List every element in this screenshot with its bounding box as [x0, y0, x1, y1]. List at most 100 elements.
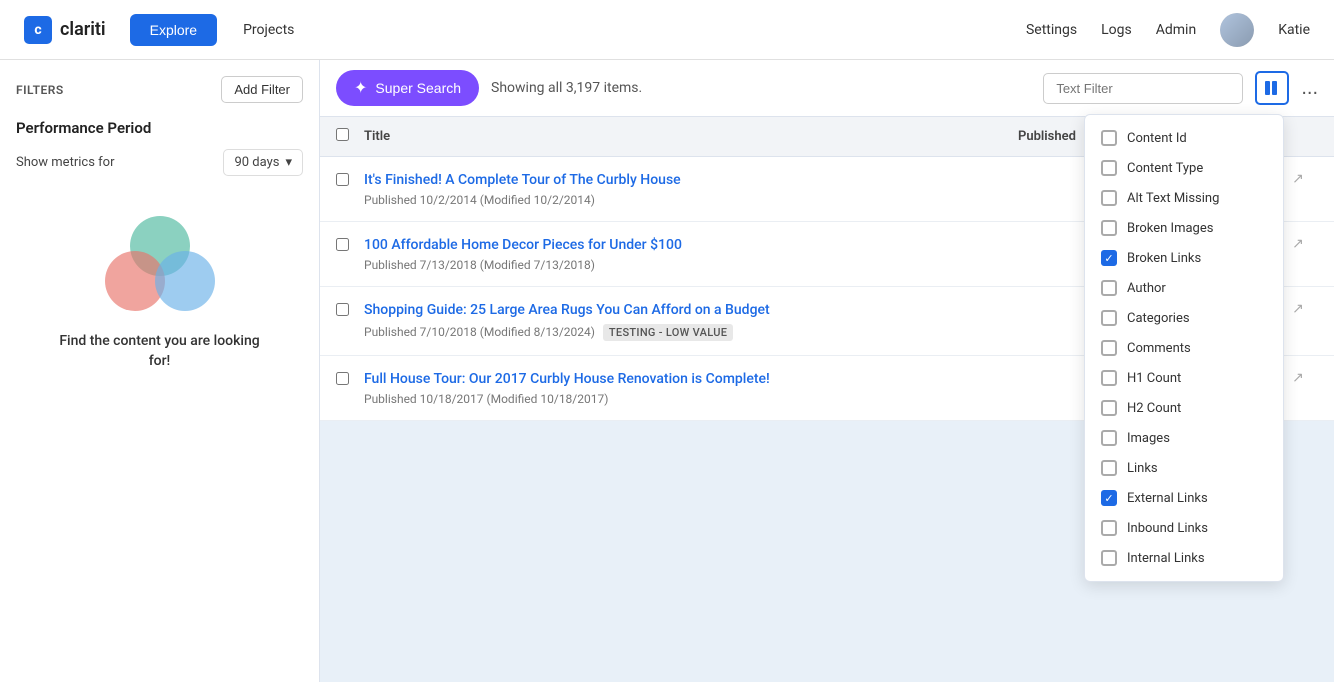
dropdown-label-2: Alt Text Missing — [1127, 191, 1219, 206]
row-meta-text-3: Published 10/18/2017 (Modified 10/18/201… — [364, 392, 608, 406]
add-filter-button[interactable]: Add Filter — [221, 76, 303, 103]
dropdown-checkbox-9[interactable] — [1101, 400, 1117, 416]
row-ext-link-1[interactable]: ↗ — [1278, 236, 1318, 252]
dropdown-item-links[interactable]: Links — [1085, 453, 1283, 483]
external-link-icon-3[interactable]: ↗ — [1292, 370, 1304, 386]
main-layout: FILTERS Add Filter Performance Period Sh… — [0, 60, 1334, 682]
row-checkbox-3[interactable] — [336, 370, 364, 389]
dropdown-label-11: Links — [1127, 461, 1158, 476]
settings-link[interactable]: Settings — [1026, 22, 1077, 38]
logo-text: clariti — [60, 19, 106, 40]
row-ext-link-2[interactable]: ↗ — [1278, 301, 1318, 317]
row-select-2[interactable] — [336, 303, 349, 316]
dropdown-item-internal-links[interactable]: Internal Links — [1085, 543, 1283, 573]
column-dropdown: Content Id Content Type Alt Text Missing… — [1084, 114, 1284, 582]
dropdown-checkbox-10[interactable] — [1101, 430, 1117, 446]
dropdown-item-content-id[interactable]: Content Id — [1085, 123, 1283, 153]
dropdown-label-8: H1 Count — [1127, 371, 1181, 386]
dropdown-item-h2-count[interactable]: H2 Count — [1085, 393, 1283, 423]
row-ext-link-0[interactable]: ↗ — [1278, 171, 1318, 187]
dropdown-item-content-type[interactable]: Content Type — [1085, 153, 1283, 183]
row-title-1[interactable]: 100 Affordable Home Decor Pieces for Und… — [364, 237, 682, 253]
columns-icon — [1263, 79, 1281, 97]
dropdown-checkbox-14[interactable] — [1101, 550, 1117, 566]
dropdown-item-author[interactable]: Author — [1085, 273, 1283, 303]
row-title-3[interactable]: Full House Tour: Our 2017 Curbly House R… — [364, 371, 770, 387]
row-title-0[interactable]: It's Finished! A Complete Tour of The Cu… — [364, 172, 681, 188]
sparkle-icon: ✦ — [354, 78, 367, 98]
showing-text: Showing all 3,197 items. — [491, 80, 642, 96]
external-link-icon-0[interactable]: ↗ — [1292, 171, 1304, 187]
avatar[interactable] — [1220, 13, 1254, 47]
dropdown-checkbox-7[interactable] — [1101, 340, 1117, 356]
row-ext-link-3[interactable]: ↗ — [1278, 370, 1318, 386]
dropdown-item-comments[interactable]: Comments — [1085, 333, 1283, 363]
chevron-down-icon: ▾ — [285, 155, 292, 170]
dropdown-label-10: Images — [1127, 431, 1170, 446]
external-link-icon-1[interactable]: ↗ — [1292, 236, 1304, 252]
dropdown-item-categories[interactable]: Categories — [1085, 303, 1283, 333]
dropdown-checkbox-5[interactable] — [1101, 280, 1117, 296]
dropdown-checkbox-3[interactable] — [1101, 220, 1117, 236]
super-search-button[interactable]: ✦ Super Search — [336, 70, 479, 106]
row-meta-text-1: Published 7/13/2018 (Modified 7/13/2018) — [364, 258, 595, 272]
metrics-row: Show metrics for 90 days ▾ — [16, 149, 303, 176]
row-checkbox-2[interactable] — [336, 301, 364, 320]
row-select-3[interactable] — [336, 372, 349, 385]
row-checkbox-0[interactable] — [336, 171, 364, 190]
columns-button[interactable] — [1255, 71, 1289, 105]
row-select-1[interactable] — [336, 238, 349, 251]
dropdown-label-12: External Links — [1127, 491, 1208, 506]
dropdown-item-broken-links[interactable]: Broken Links — [1085, 243, 1283, 273]
dropdown-label-0: Content Id — [1127, 131, 1187, 146]
text-filter-input[interactable] — [1043, 73, 1243, 104]
dropdown-checkbox-2[interactable] — [1101, 190, 1117, 206]
select-all-checkbox[interactable] — [336, 128, 349, 141]
dropdown-label-14: Internal Links — [1127, 551, 1205, 566]
explore-button[interactable]: Explore — [130, 14, 217, 46]
navbar-right: Settings Logs Admin Katie — [1026, 13, 1310, 47]
more-options-button[interactable]: ... — [1301, 77, 1318, 100]
metrics-dropdown[interactable]: 90 days ▾ — [223, 149, 303, 176]
content-area: ✦ Super Search Showing all 3,197 items. … — [320, 60, 1334, 682]
header-checkbox[interactable] — [336, 128, 364, 145]
logs-link[interactable]: Logs — [1101, 22, 1132, 38]
performance-period-title: Performance Period — [16, 119, 303, 137]
projects-link[interactable]: Projects — [233, 22, 304, 38]
dropdown-checkbox-8[interactable] — [1101, 370, 1117, 386]
dropdown-checkbox-6[interactable] — [1101, 310, 1117, 326]
navbar: c clariti Explore Projects Settings Logs… — [0, 0, 1334, 60]
header-title: Title — [364, 129, 1018, 144]
dropdown-label-6: Categories — [1127, 311, 1190, 326]
dropdown-item-broken-images[interactable]: Broken Images — [1085, 213, 1283, 243]
admin-link[interactable]: Admin — [1156, 22, 1196, 38]
dropdown-label-9: H2 Count — [1127, 401, 1181, 416]
dropdown-item-inbound-links[interactable]: Inbound Links — [1085, 513, 1283, 543]
venn-circle-blue — [155, 251, 215, 311]
dropdown-checkbox-4[interactable] — [1101, 250, 1117, 266]
logo: c clariti — [24, 16, 106, 44]
dropdown-label-4: Broken Links — [1127, 251, 1201, 266]
row-meta-text-0: Published 10/2/2014 (Modified 10/2/2014) — [364, 193, 595, 207]
dropdown-item-images[interactable]: Images — [1085, 423, 1283, 453]
row-checkbox-1[interactable] — [336, 236, 364, 255]
avatar-image — [1220, 13, 1254, 47]
dropdown-label-7: Comments — [1127, 341, 1191, 356]
external-link-icon-2[interactable]: ↗ — [1292, 301, 1304, 317]
performance-period-section: Performance Period Show metrics for 90 d… — [16, 119, 303, 176]
dropdown-item-alt-text-missing[interactable]: Alt Text Missing — [1085, 183, 1283, 213]
dropdown-label-5: Author — [1127, 281, 1166, 296]
user-name: Katie — [1278, 22, 1310, 38]
venn-diagram-container: Find the content you are looking for! — [16, 196, 303, 391]
dropdown-checkbox-13[interactable] — [1101, 520, 1117, 536]
toolbar: ✦ Super Search Showing all 3,197 items. … — [320, 60, 1334, 117]
dropdown-checkbox-1[interactable] — [1101, 160, 1117, 176]
dropdown-item-h1-count[interactable]: H1 Count — [1085, 363, 1283, 393]
dropdown-checkbox-12[interactable] — [1101, 490, 1117, 506]
dropdown-item-external-links[interactable]: External Links — [1085, 483, 1283, 513]
row-select-0[interactable] — [336, 173, 349, 186]
dropdown-checkbox-0[interactable] — [1101, 130, 1117, 146]
row-title-2[interactable]: Shopping Guide: 25 Large Area Rugs You C… — [364, 302, 770, 318]
venn-text: Find the content you are looking for! — [59, 332, 259, 371]
dropdown-checkbox-11[interactable] — [1101, 460, 1117, 476]
